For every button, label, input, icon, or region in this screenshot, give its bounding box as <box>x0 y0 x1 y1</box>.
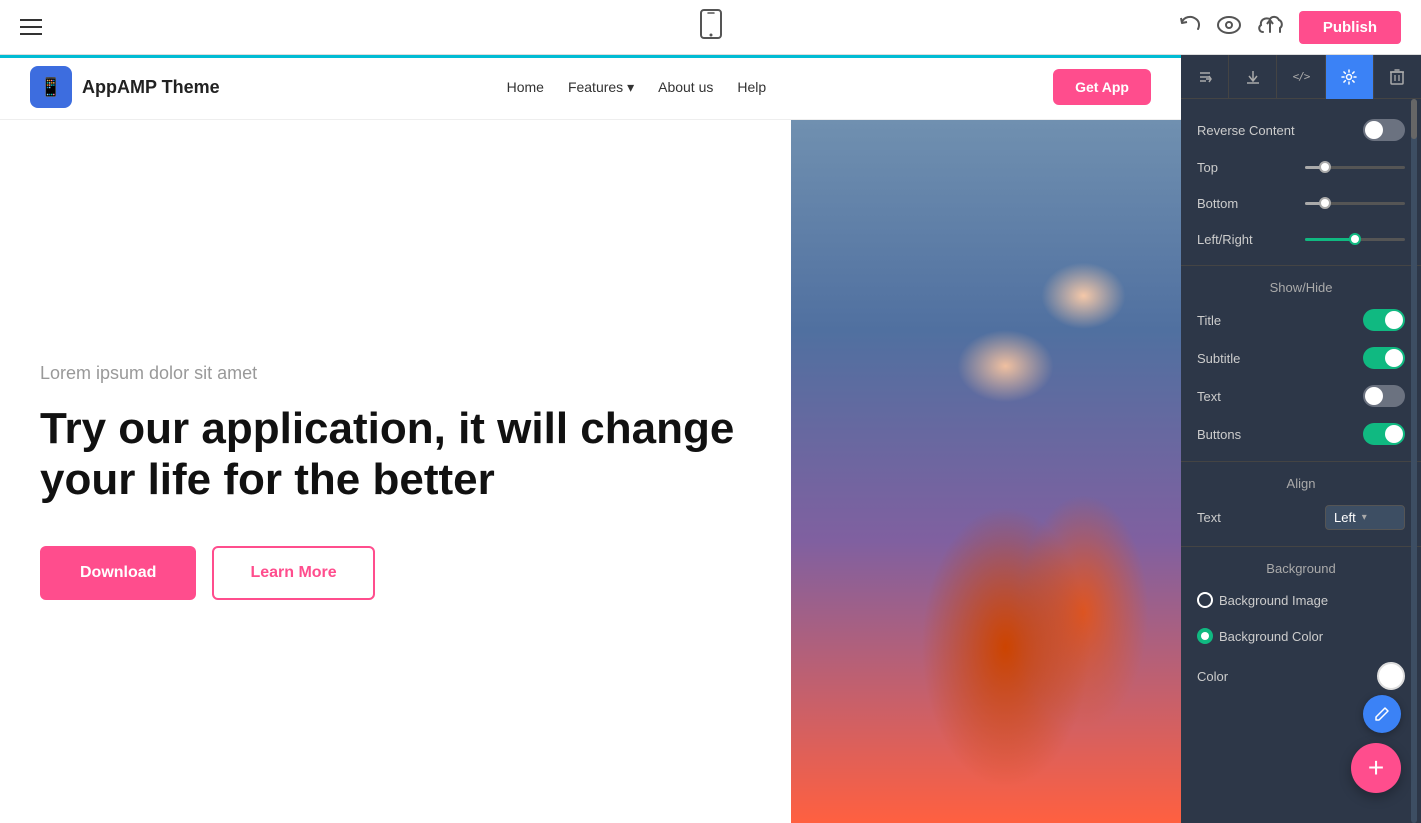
nav-link-about[interactable]: About us <box>658 79 713 95</box>
download-tool-btn[interactable] <box>1229 55 1277 99</box>
hero-section: Lorem ipsum dolor sit amet Try our appli… <box>0 120 1181 823</box>
gear-tool-btn[interactable] <box>1326 55 1374 99</box>
hero-image-container <box>791 120 1181 823</box>
edit-fab[interactable] <box>1363 695 1401 733</box>
cyan-border <box>0 55 1181 58</box>
main-area: 📱 AppAMP Theme Home Features ▾ About us … <box>0 55 1421 823</box>
add-fab[interactable]: + <box>1351 743 1401 793</box>
nav-logo-icon: 📱 <box>30 66 72 108</box>
bottom-slider-row: Bottom <box>1181 185 1421 221</box>
panel-content: Reverse Content Top Bottom <box>1181 99 1421 710</box>
bottom-slider-track[interactable] <box>1305 202 1405 205</box>
nav-logo-text: AppAMP Theme <box>82 77 220 98</box>
background-image-row: Background Image <box>1181 582 1421 618</box>
reverse-content-row: Reverse Content <box>1181 111 1421 149</box>
toolbar-left <box>20 19 42 35</box>
show-hide-label: Show/Hide <box>1181 274 1421 301</box>
hero-image <box>791 120 1181 823</box>
buttons-toggle-row: Buttons <box>1181 415 1421 453</box>
background-label: Background <box>1181 555 1421 582</box>
background-color-row: Background Color <box>1181 618 1421 654</box>
divider-2 <box>1181 461 1421 462</box>
cloud-icon[interactable] <box>1257 14 1283 41</box>
eye-icon[interactable] <box>1217 16 1241 39</box>
scrollbar-track <box>1411 99 1417 823</box>
subtitle-toggle[interactable] <box>1363 347 1405 369</box>
background-image-label: Background Image <box>1219 593 1328 608</box>
subtitle-toggle-row: Subtitle <box>1181 339 1421 377</box>
hero-left: Lorem ipsum dolor sit amet Try our appli… <box>0 120 791 823</box>
align-label: Align <box>1181 470 1421 497</box>
background-color-option[interactable]: Background Color <box>1197 628 1323 644</box>
divider-1 <box>1181 265 1421 266</box>
divider-3 <box>1181 546 1421 547</box>
nav-cta-button[interactable]: Get App <box>1053 69 1151 105</box>
panel-toolbar: </> <box>1181 55 1421 99</box>
sort-tool-btn[interactable] <box>1181 55 1229 99</box>
color-label: Color <box>1197 669 1228 684</box>
title-toggle[interactable] <box>1363 309 1405 331</box>
nav-links: Home Features ▾ About us Help <box>507 79 767 96</box>
text-label: Text <box>1197 389 1221 404</box>
reverse-content-label: Reverse Content <box>1197 123 1295 138</box>
nav-link-features[interactable]: Features ▾ <box>568 79 634 96</box>
left-right-slider-track[interactable] <box>1305 238 1405 241</box>
code-tool-btn[interactable]: </> <box>1277 55 1325 99</box>
hero-title: Try our application, it will change your… <box>40 404 751 505</box>
top-toolbar: Publish <box>0 0 1421 55</box>
bottom-label: Bottom <box>1197 196 1238 211</box>
subtitle-label: Subtitle <box>1197 351 1240 366</box>
title-toggle-row: Title <box>1181 301 1421 339</box>
text-toggle-row: Text <box>1181 377 1421 415</box>
color-row: Color <box>1181 654 1421 698</box>
scrollbar-thumb[interactable] <box>1411 99 1417 139</box>
preview-area: 📱 AppAMP Theme Home Features ▾ About us … <box>0 55 1181 823</box>
toolbar-center <box>699 9 723 46</box>
left-right-label: Left/Right <box>1197 232 1253 247</box>
background-color-radio[interactable] <box>1197 628 1213 644</box>
hamburger-icon[interactable] <box>20 19 42 35</box>
top-slider-container <box>1305 166 1405 169</box>
top-label: Top <box>1197 160 1218 175</box>
nav-logo: 📱 AppAMP Theme <box>30 66 220 108</box>
hero-image-overlay <box>791 120 1181 823</box>
publish-button[interactable]: Publish <box>1299 11 1401 44</box>
hero-subtitle: Lorem ipsum dolor sit amet <box>40 363 751 384</box>
learn-more-button[interactable]: Learn More <box>212 546 374 600</box>
background-image-option[interactable]: Background Image <box>1197 592 1328 608</box>
undo-icon[interactable] <box>1179 14 1201 41</box>
text-align-dropdown[interactable]: Left ▾ <box>1325 505 1405 530</box>
left-right-slider-container <box>1305 238 1405 241</box>
hero-buttons: Download Learn More <box>40 546 751 600</box>
color-swatch[interactable] <box>1377 662 1405 690</box>
background-image-radio[interactable] <box>1197 592 1213 608</box>
text-align-value: Left <box>1334 510 1356 525</box>
dropdown-arrow: ▾ <box>1362 512 1367 523</box>
nav-link-home[interactable]: Home <box>507 79 544 95</box>
trash-tool-btn[interactable] <box>1374 55 1421 99</box>
nav-link-help[interactable]: Help <box>737 79 766 95</box>
toolbar-right: Publish <box>1179 11 1401 44</box>
buttons-label: Buttons <box>1197 427 1241 442</box>
title-label: Title <box>1197 313 1221 328</box>
download-button[interactable]: Download <box>40 546 196 600</box>
phone-icon[interactable] <box>699 9 723 46</box>
background-color-label: Background Color <box>1219 629 1323 644</box>
text-align-row: Text Left ▾ <box>1181 497 1421 538</box>
buttons-toggle[interactable] <box>1363 423 1405 445</box>
add-icon: + <box>1368 752 1384 784</box>
text-toggle[interactable] <box>1363 385 1405 407</box>
preview-nav: 📱 AppAMP Theme Home Features ▾ About us … <box>0 55 1181 120</box>
top-slider-track[interactable] <box>1305 166 1405 169</box>
left-right-slider-row: Left/Right <box>1181 221 1421 257</box>
text-align-label: Text <box>1197 510 1221 525</box>
bottom-slider-container <box>1305 202 1405 205</box>
reverse-content-toggle[interactable] <box>1363 119 1405 141</box>
top-slider-row: Top <box>1181 149 1421 185</box>
